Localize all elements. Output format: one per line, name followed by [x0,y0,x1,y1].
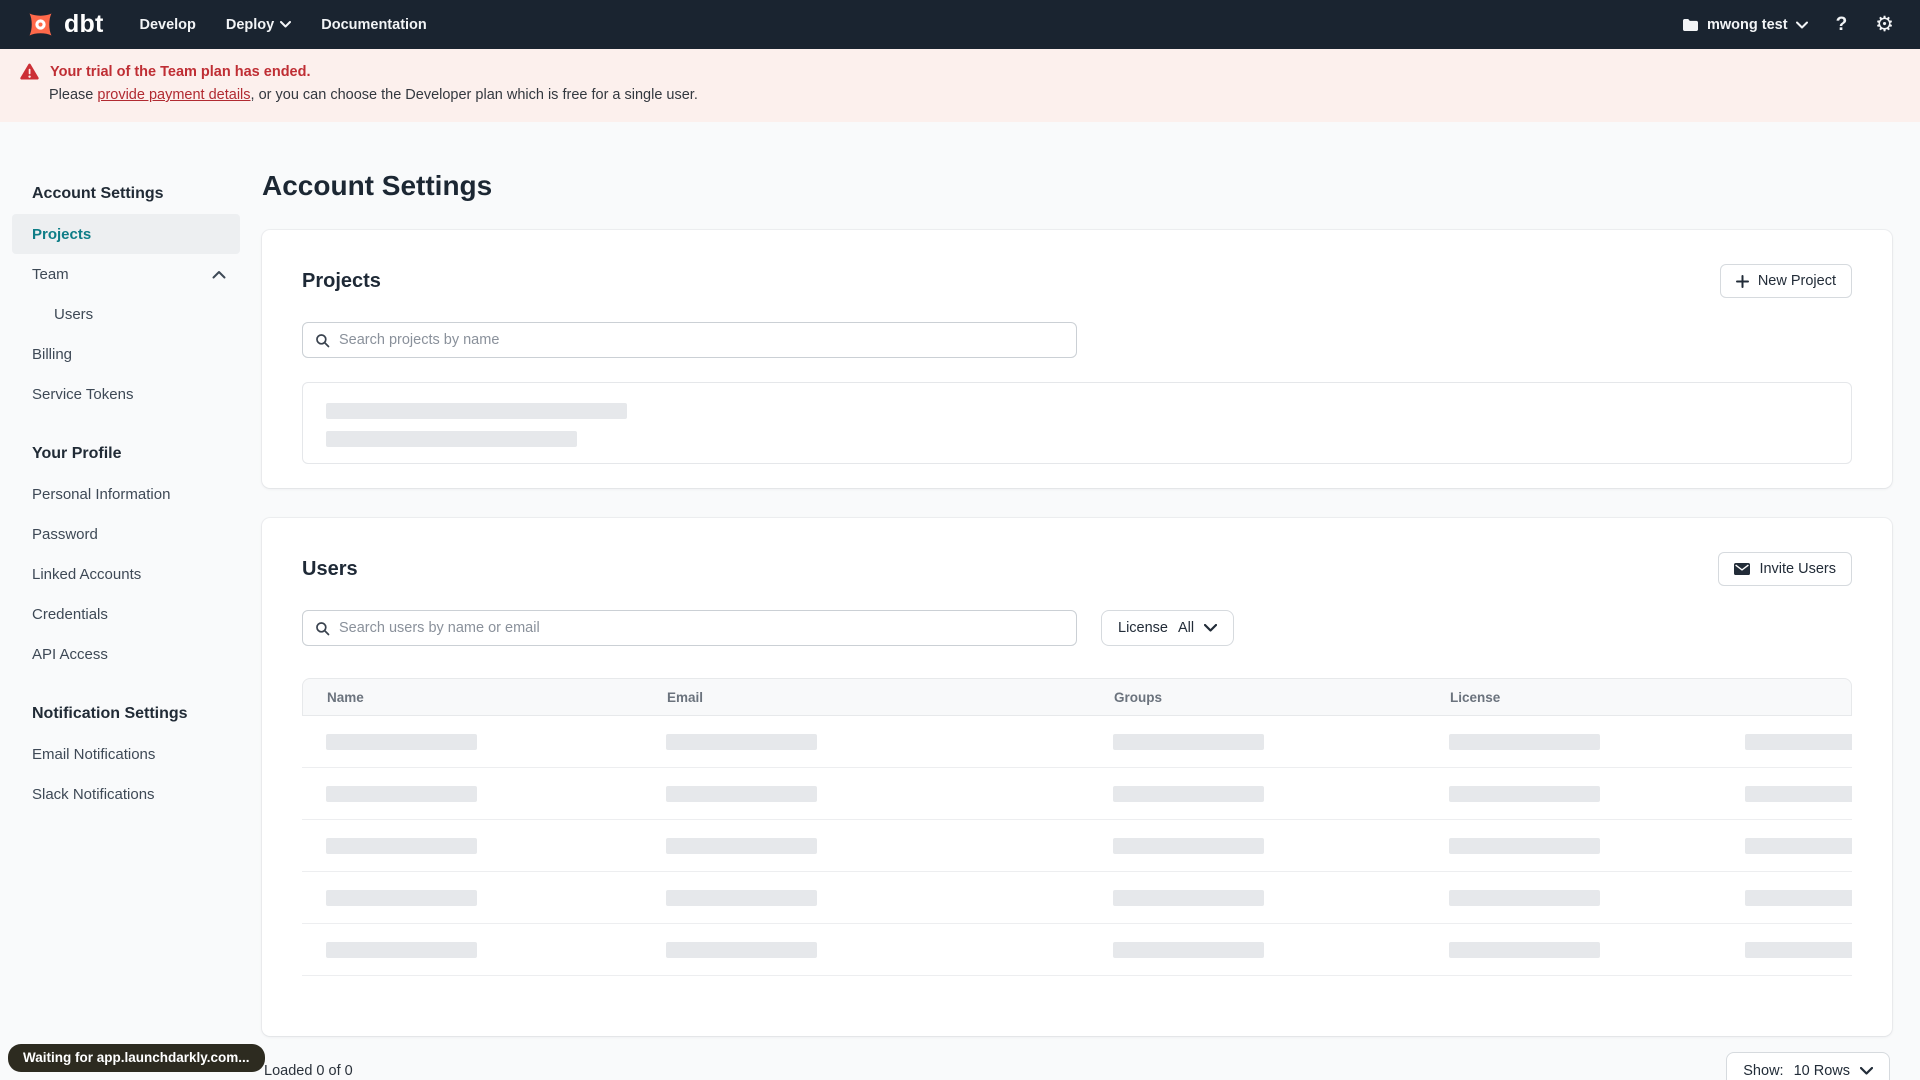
nav-item-develop[interactable]: Develop [139,17,195,33]
chevron-down-icon [280,21,292,28]
skeleton-bar [326,431,577,447]
page-title: Account Settings [262,170,493,201]
account-switcher[interactable]: mwong test [1682,17,1808,33]
user-search-box [302,610,1077,646]
chevron-down-icon [1795,21,1808,29]
users-table: Name Email Groups License [302,678,1852,976]
users-list-footer: Loaded 0 of 0 Show: 10 Rows [262,1052,1892,1080]
table-row-skeleton [302,924,1852,976]
help-icon: ? [1835,13,1848,35]
sidebar-item-service-tokens[interactable]: Service Tokens [12,374,240,414]
column-header-groups: Groups [1114,689,1163,705]
chevron-down-icon [1204,624,1218,632]
sidebar-item-users[interactable]: Users [12,294,240,334]
column-header-email: Email [667,689,704,705]
help-button[interactable]: ? [1836,14,1848,36]
show-rows-dropdown[interactable]: Show: 10 Rows [1726,1052,1890,1080]
dbt-logo-icon [24,8,57,41]
project-search-input[interactable] [339,332,1064,348]
projects-loading-skeleton [302,382,1852,464]
projects-card: Projects New Project [262,230,1892,488]
user-search-input[interactable] [339,620,1064,636]
sidebar-item-email-notifications[interactable]: Email Notifications [12,734,240,774]
users-table-header: Name Email Groups License [302,678,1852,716]
table-row-skeleton [302,716,1852,768]
table-row-skeleton [302,872,1852,924]
loaded-count: Loaded 0 of 0 [264,1063,353,1079]
sidebar-item-api-access[interactable]: API Access [12,634,240,674]
project-search-box [302,322,1077,358]
sidebar-heading-account-settings: Account Settings [32,185,164,202]
sidebar-item-billing[interactable]: Billing [12,334,240,374]
gear-icon: ⚙ [1875,12,1894,36]
sidebar-item-personal-information[interactable]: Personal Information [12,474,240,514]
chevron-up-icon [212,270,226,279]
dbt-logo[interactable]: dbt [24,8,103,41]
main-content: Account Settings Projects New Project Se… [262,160,1892,1080]
table-row-skeleton [302,820,1852,872]
invite-users-button[interactable]: Invite Users [1718,552,1852,586]
account-name: mwong test [1707,16,1788,33]
users-card: Users Invite Users License All [262,518,1892,1036]
provide-payment-details-link[interactable]: provide payment details [97,87,250,103]
column-header-license: License [1450,689,1501,705]
chevron-down-icon [1860,1067,1873,1075]
license-filter-dropdown[interactable]: License All [1101,610,1235,646]
dbt-logo-text: dbt [64,10,104,38]
banner-message: Please provide payment details, or you c… [49,87,698,103]
folder-icon [1682,18,1699,32]
sidebar-item-credentials[interactable]: Credentials [12,594,240,634]
nav-item-deploy[interactable]: Deploy [226,17,292,33]
plus-icon [1735,274,1749,288]
sidebar-heading-your-profile: Your Profile [32,445,122,462]
nav-item-documentation[interactable]: Documentation [321,17,427,33]
sidebar-item-team[interactable]: Team [12,254,240,294]
banner-title: Your trial of the Team plan has ended. [50,63,311,80]
sidebar-item-linked-accounts[interactable]: Linked Accounts [12,554,240,594]
table-row-skeleton [302,768,1852,820]
envelope-icon [1734,563,1751,575]
sidebar-item-password[interactable]: Password [12,514,240,554]
projects-card-title: Projects [302,269,381,292]
skeleton-bar [326,403,627,419]
column-header-name: Name [327,689,364,705]
search-icon [315,621,330,636]
top-nav: dbt Develop Deploy Documentation mwong t… [0,0,1920,49]
new-project-button[interactable]: New Project [1719,264,1852,298]
trial-ended-banner: Your trial of the Team plan has ended. P… [0,49,1920,122]
users-card-title: Users [302,557,358,580]
search-icon [315,333,330,348]
sidebar-item-projects[interactable]: Projects [12,214,240,254]
sidebar-item-slack-notifications[interactable]: Slack Notifications [12,774,240,814]
sidebar-heading-notification-settings: Notification Settings [32,705,188,722]
browser-status-bubble: Waiting for app.launchdarkly.com... [8,1044,265,1072]
settings-button[interactable]: ⚙ [1875,14,1894,35]
warning-icon [20,63,39,80]
settings-sidebar: Account Settings Projects Team Users Bil… [12,174,240,814]
